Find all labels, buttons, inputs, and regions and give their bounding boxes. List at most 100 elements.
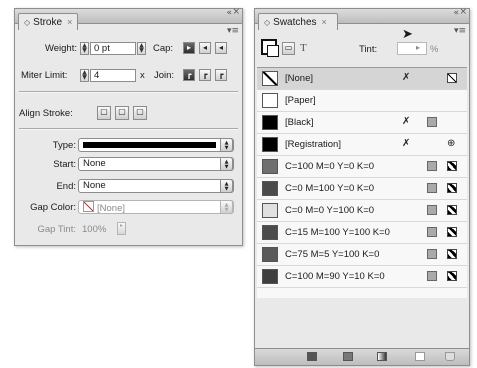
swatch-row-red[interactable]: C=15 M=100 Y=100 K=0	[257, 222, 467, 244]
chevron-updown-icon: ▲ ▼	[220, 200, 233, 214]
stroke-divider-2	[19, 128, 238, 130]
delete-swatch-icon[interactable]	[445, 352, 455, 361]
start-label: Start:	[53, 159, 76, 170]
none-swatch-icon	[83, 201, 94, 212]
swatch-chip	[262, 71, 278, 86]
tab-swatches[interactable]: ◇ Swatches ×	[258, 13, 338, 30]
fill-stroke-icon[interactable]	[261, 39, 279, 57]
align-center-icon[interactable]: ▢	[97, 106, 111, 120]
swatch-name: [Registration]	[285, 139, 341, 150]
cmyk-mode-icon	[447, 249, 457, 259]
cmyk-mode-icon	[447, 227, 457, 237]
container-format-icon[interactable]: ▭	[282, 42, 295, 55]
edit-locked-icon: ✗	[402, 72, 411, 83]
swatch-chip	[262, 137, 278, 152]
tab-stroke[interactable]: ◇ Stroke ×	[18, 13, 78, 30]
swatch-chip	[262, 159, 278, 174]
process-color-icon	[427, 183, 437, 193]
miter-join-icon[interactable]: ┏	[183, 69, 195, 81]
swatch-row-paper[interactable]: [Paper]	[257, 90, 467, 112]
weight-stepper[interactable]: ▲ ▼	[80, 42, 89, 55]
round-cap-icon[interactable]: ◂	[199, 42, 211, 54]
tint-field[interactable]	[397, 42, 427, 55]
swatch-chip	[262, 203, 278, 218]
edit-locked-icon: ✗	[402, 116, 411, 127]
end-select[interactable]: None ▲ ▼	[78, 179, 234, 193]
gap-color-select[interactable]: [None] ▲ ▼	[78, 200, 234, 214]
gap-tint-label: Gap Tint:	[37, 224, 76, 235]
start-select[interactable]: None ▲ ▼	[78, 157, 234, 171]
swatch-chip	[262, 181, 278, 196]
swatch-chip	[262, 115, 278, 130]
tint-label: Tint:	[359, 44, 378, 55]
collapse-icon[interactable]: «	[453, 9, 459, 18]
align-outside-icon[interactable]: ▢	[133, 106, 147, 120]
swatch-row-none[interactable]: [None] ✗	[257, 68, 467, 90]
end-value: None	[83, 180, 106, 191]
swatch-row-green[interactable]: C=75 M=5 Y=100 K=0	[257, 244, 467, 266]
chevron-updown-icon: ▲ ▼	[220, 157, 233, 171]
cmyk-mode-icon	[447, 271, 457, 281]
swatch-chip	[262, 247, 278, 262]
swatch-row-blue[interactable]: C=100 M=90 Y=10 K=0	[257, 266, 467, 288]
edit-locked-icon: ✗	[402, 138, 411, 149]
tab-grip-icon: ◇	[24, 17, 31, 27]
swatch-name: C=75 M=5 Y=100 K=0	[285, 249, 380, 260]
chevron-updown-icon: ▲ ▼	[220, 179, 233, 193]
swatch-name: C=100 M=0 Y=0 K=0	[285, 161, 375, 172]
swatch-chip	[262, 93, 278, 108]
weight-field[interactable]: 0 pt	[90, 42, 136, 55]
tint-dropdown-icon[interactable]: ▸	[416, 43, 420, 52]
show-gradient-swatches-icon[interactable]	[377, 352, 387, 361]
align-inside-icon[interactable]: ▢	[115, 106, 129, 120]
gap-tint-value[interactable]: 100%	[82, 224, 106, 235]
tab-close-icon[interactable]: ×	[322, 17, 327, 27]
weight-dropdown[interactable]: ▲ ▼	[137, 42, 146, 55]
round-join-icon[interactable]: ┏	[199, 69, 211, 81]
registration-mark-icon: ⊕	[447, 138, 456, 149]
tab-close-icon[interactable]: ×	[67, 17, 72, 27]
process-color-icon	[427, 271, 437, 281]
process-color-icon	[427, 227, 437, 237]
new-swatch-icon[interactable]	[415, 352, 425, 361]
cmyk-mode-icon	[447, 205, 457, 215]
no-color-icon	[447, 73, 457, 83]
close-icon[interactable]: ×	[459, 8, 467, 17]
end-label: End:	[56, 181, 76, 192]
swatch-chip	[262, 225, 278, 240]
swatch-row-black[interactable]: [Black] ✗	[257, 112, 467, 134]
gap-color-value: [None]	[97, 203, 125, 214]
collapse-icon[interactable]: «	[226, 9, 232, 18]
show-color-swatches-icon[interactable]	[343, 352, 353, 361]
close-icon[interactable]: ×	[232, 8, 240, 17]
process-color-icon	[427, 161, 437, 171]
projecting-cap-icon[interactable]: ◂	[215, 42, 227, 54]
type-select[interactable]: ▲ ▼	[78, 138, 234, 152]
swatch-list[interactable]: [None] ✗ [Paper] [Black] ✗ [Registration…	[257, 67, 467, 298]
miter-stepper[interactable]: ▲ ▼	[80, 69, 89, 82]
align-stroke-label: Align Stroke:	[19, 108, 73, 119]
text-format-icon[interactable]: T	[300, 42, 307, 54]
swatch-row-yellow[interactable]: C=0 M=0 Y=100 K=0	[257, 200, 467, 222]
process-color-icon	[427, 249, 437, 259]
bevel-join-icon[interactable]: ┏	[215, 69, 227, 81]
panel-menu-icon[interactable]: ▾≡	[227, 26, 239, 36]
swatch-name: C=0 M=0 Y=100 K=0	[285, 205, 375, 216]
start-value: None	[83, 158, 106, 169]
swatch-name: C=100 M=90 Y=10 K=0	[285, 271, 385, 282]
mouse-cursor-icon: ➤	[402, 27, 413, 42]
show-all-swatches-icon[interactable]	[307, 352, 317, 361]
swatch-row-registration[interactable]: [Registration] ✗ ⊕	[257, 134, 467, 156]
stroke-divider-1	[19, 91, 238, 93]
join-label: Join:	[154, 70, 175, 81]
cmyk-mode-icon	[447, 183, 457, 193]
panel-menu-icon[interactable]: ▾≡	[454, 26, 466, 36]
miter-field[interactable]: 4	[90, 69, 136, 82]
process-color-icon	[427, 205, 437, 215]
gap-tint-dropdown[interactable]: ▸	[117, 222, 126, 235]
swatch-row-magenta[interactable]: C=0 M=100 Y=0 K=0	[257, 178, 467, 200]
type-label: Type:	[52, 140, 76, 151]
butt-cap-icon[interactable]: ▸	[183, 42, 195, 54]
swatch-row-cyan[interactable]: C=100 M=0 Y=0 K=0	[257, 156, 467, 178]
cap-label: Cap:	[153, 43, 174, 54]
